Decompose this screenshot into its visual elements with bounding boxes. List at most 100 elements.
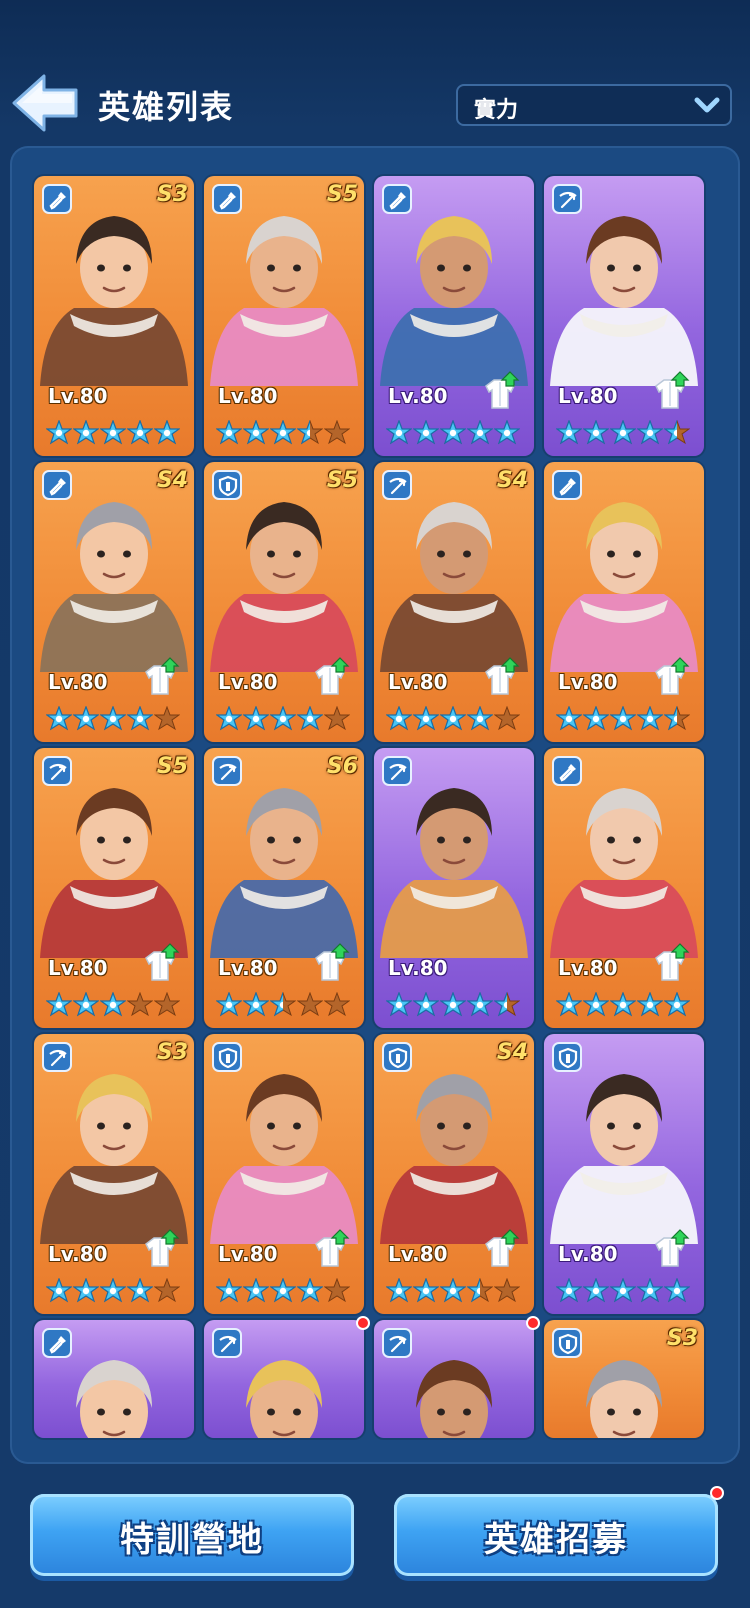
hero-card[interactable] [34,1320,194,1438]
star-rating [45,419,186,448]
star-empty-icon [296,991,324,1018]
star-filled-icon [153,419,181,446]
star-filled-icon [99,705,127,732]
shovel-role-icon [382,184,412,214]
star-filled-icon [242,991,270,1018]
star-filled-icon [296,705,324,732]
hero-card[interactable]: S3 Lv.80 [34,1034,194,1314]
star-filled-icon [582,1277,610,1304]
hero-level: Lv.80 [48,670,108,694]
gear-upgrade-icon [648,942,692,984]
star-filled-icon [466,705,494,732]
star-rating [45,705,186,734]
hero-card[interactable]: Lv.80 [544,462,704,742]
star-filled-icon [555,991,583,1018]
hero-card[interactable] [374,1320,534,1438]
hero-level: Lv.80 [388,956,448,980]
star-empty-icon [493,705,521,732]
star-filled-icon [72,991,100,1018]
star-rating [385,1277,526,1306]
hero-card[interactable]: Lv.80 [544,1034,704,1314]
hero-card[interactable]: Lv.80 [374,748,534,1028]
shovel-role-icon [552,470,582,500]
season-tier-badge: S3 [666,1326,698,1351]
star-filled-icon [466,991,494,1018]
star-half-icon [269,991,297,1018]
hero-card[interactable]: S4 Lv.80 [374,462,534,742]
star-filled-icon [385,991,413,1018]
crossbow-role-icon [382,470,412,500]
gear-upgrade-icon [648,370,692,412]
star-filled-icon [636,991,664,1018]
star-filled-icon [582,991,610,1018]
hero-level: Lv.80 [48,956,108,980]
star-filled-icon [99,419,127,446]
star-filled-icon [126,1277,154,1304]
hero-card[interactable]: Lv.80 [544,176,704,456]
star-filled-icon [582,705,610,732]
hero-list-panel[interactable]: S3 Lv.80 S5 Lv.80 Lv.80 Lv.80 S4 Lv.80 S5 Lv.80 S4… [10,146,740,1464]
hero-recruit-button[interactable]: 英雄招募 [394,1494,718,1576]
star-half-icon [663,419,691,446]
star-filled-icon [126,705,154,732]
star-filled-icon [269,705,297,732]
season-tier-badge: S6 [326,754,358,779]
star-filled-icon [215,705,243,732]
sort-dropdown[interactable]: 實力 [456,84,732,126]
hero-card[interactable]: S4 Lv.80 [374,1034,534,1314]
hero-level: Lv.80 [558,956,618,980]
star-filled-icon [439,419,467,446]
star-filled-icon [609,705,637,732]
star-filled-icon [609,419,637,446]
star-empty-icon [153,705,181,732]
gear-upgrade-icon [138,942,182,984]
notification-dot [356,1316,370,1330]
hero-card[interactable]: S5 Lv.80 [34,748,194,1028]
star-empty-icon [126,991,154,1018]
crossbow-role-icon [42,756,72,786]
star-filled-icon [663,1277,691,1304]
hero-level: Lv.80 [218,384,278,408]
training-camp-button[interactable]: 特訓營地 [30,1494,354,1576]
star-filled-icon [242,419,270,446]
star-filled-icon [636,705,664,732]
star-empty-icon [153,1277,181,1304]
shovel-role-icon [42,1328,72,1358]
star-filled-icon [269,1277,297,1304]
star-filled-icon [385,419,413,446]
hero-level: Lv.80 [388,1242,448,1266]
hero-card[interactable]: Lv.80 [204,1034,364,1314]
star-filled-icon [126,419,154,446]
star-filled-icon [466,419,494,446]
hero-card[interactable]: Lv.80 [374,176,534,456]
hero-card[interactable]: S5 Lv.80 [204,176,364,456]
hero-card[interactable]: S4 Lv.80 [34,462,194,742]
hero-level: Lv.80 [558,384,618,408]
hero-card[interactable]: S6 Lv.80 [204,748,364,1028]
hero-card[interactable] [204,1320,364,1438]
hero-card[interactable]: S3 Lv.80 [34,176,194,456]
star-filled-icon [636,1277,664,1304]
shield-role-icon [212,1042,242,1072]
hero-level: Lv.80 [218,670,278,694]
hero-recruit-label: 英雄招募 [484,1520,628,1560]
chevron-down-icon [694,97,720,113]
star-filled-icon [412,1277,440,1304]
star-filled-icon [72,419,100,446]
star-filled-icon [582,419,610,446]
star-rating [555,991,696,1020]
hero-card[interactable]: S3 [544,1320,704,1438]
shield-role-icon [552,1328,582,1358]
shovel-role-icon [212,184,242,214]
back-arrow-icon[interactable] [10,72,80,134]
star-rating [45,991,186,1020]
hero-card[interactable]: Lv.80 [544,748,704,1028]
star-filled-icon [385,1277,413,1304]
shield-role-icon [212,470,242,500]
hero-level: Lv.80 [48,1242,108,1266]
star-filled-icon [296,1277,324,1304]
hero-card[interactable]: S5 Lv.80 [204,462,364,742]
star-filled-icon [242,705,270,732]
hero-level: Lv.80 [388,670,448,694]
star-filled-icon [555,419,583,446]
